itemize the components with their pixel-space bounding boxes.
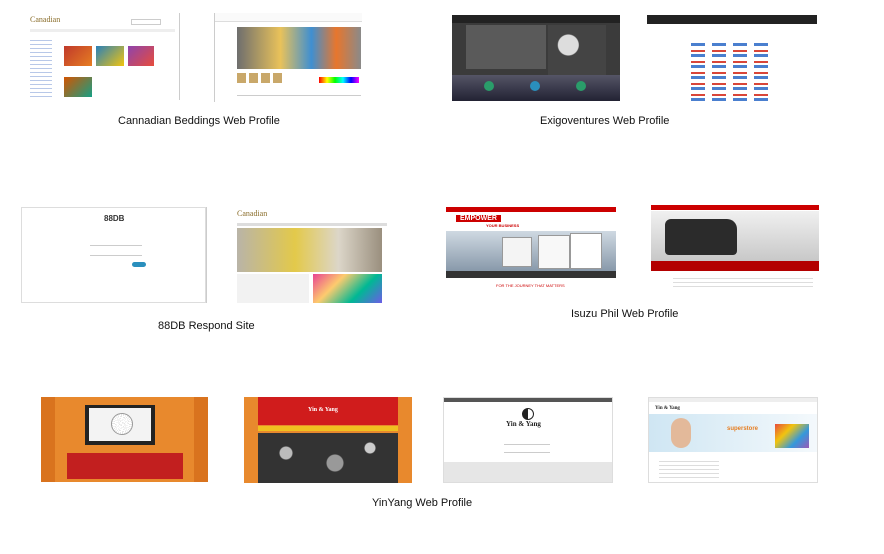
color-swatches bbox=[319, 77, 359, 83]
yinyang-symbol-icon bbox=[522, 408, 534, 420]
suv bbox=[665, 219, 737, 255]
hero-bedroom-image bbox=[237, 228, 382, 272]
footer-line bbox=[237, 95, 361, 96]
colorful-image bbox=[313, 274, 382, 303]
caption-respond: 88DB Respond Site bbox=[158, 320, 255, 332]
top-bar bbox=[446, 207, 616, 212]
nav-bar bbox=[30, 29, 175, 32]
product-image bbox=[64, 46, 92, 66]
content-lines bbox=[659, 458, 719, 480]
product-image bbox=[64, 77, 92, 97]
login-field bbox=[90, 250, 142, 256]
nav-bar bbox=[647, 15, 817, 24]
nav-bar bbox=[649, 398, 817, 402]
red-band bbox=[651, 261, 819, 271]
empower-banner: EMPOWER bbox=[456, 215, 501, 222]
caption-canadian: Cannadian Beddings Web Profile bbox=[118, 115, 280, 127]
yinyang-thumbnail-4: Yin & Yang superstore bbox=[648, 397, 818, 483]
product-image bbox=[96, 46, 124, 66]
truck bbox=[570, 233, 602, 269]
isuzu-thumbnail-1: EMPOWER YOUR BUSINESS FOR THE JOURNEY TH… bbox=[446, 207, 616, 293]
truck bbox=[502, 237, 532, 267]
yinyang-logo: Yin & Yang bbox=[308, 407, 338, 413]
nav-bar bbox=[237, 223, 387, 226]
superstore-label: superstore bbox=[727, 426, 759, 432]
caption-isuzu: Isuzu Phil Web Profile bbox=[571, 308, 679, 320]
nav-bar bbox=[452, 15, 620, 23]
content-lines bbox=[673, 275, 813, 287]
respond-logo: 88DB bbox=[104, 214, 125, 223]
caption-yinyang: YinYang Web Profile bbox=[372, 497, 473, 509]
login-field bbox=[504, 440, 550, 445]
thumb-row bbox=[237, 73, 282, 83]
circle-icon bbox=[576, 81, 586, 91]
search-box bbox=[131, 19, 161, 25]
bokeh-image bbox=[258, 433, 398, 483]
side-column bbox=[194, 397, 208, 482]
product-image bbox=[128, 46, 154, 66]
exigoventures-thumbnail-1 bbox=[452, 15, 620, 101]
team-photo bbox=[548, 25, 606, 75]
chart-sunburst bbox=[111, 413, 133, 435]
canadian-beddings-thumbnail-2 bbox=[214, 13, 362, 102]
sidebar-links bbox=[30, 37, 52, 97]
yinyang-thumbnail-1 bbox=[41, 397, 208, 482]
circle-icon bbox=[530, 81, 540, 91]
yinyang-logo: Yin & Yang bbox=[655, 406, 680, 411]
login-field bbox=[504, 448, 550, 453]
header-bar bbox=[215, 13, 362, 22]
partners-grid bbox=[691, 43, 773, 101]
isuzu-thumbnail-2 bbox=[651, 205, 819, 291]
red-content-block bbox=[67, 453, 183, 479]
yinyang-logo: Yin & Yang bbox=[506, 420, 541, 428]
canadian-logo: Canadian bbox=[237, 209, 268, 218]
isuzu-footer-text: FOR THE JOURNEY THAT MATTERS bbox=[496, 283, 565, 288]
sub-bar bbox=[446, 271, 616, 278]
caption-exigo: Exigoventures Web Profile bbox=[540, 115, 670, 127]
canadian-logo: Canadian bbox=[30, 15, 61, 24]
intro-panel bbox=[466, 25, 546, 69]
exigoventures-thumbnail-2 bbox=[647, 15, 817, 102]
woman-face bbox=[671, 418, 691, 448]
respond-thumbnail-2: Canadian bbox=[206, 207, 404, 303]
top-bar bbox=[444, 398, 612, 402]
shopping-bags bbox=[775, 424, 809, 448]
yinyang-thumbnail-2: Yin & Yang bbox=[244, 397, 412, 483]
canadian-beddings-thumbnail-1: Canadian bbox=[26, 13, 180, 100]
login-button bbox=[132, 262, 146, 267]
top-bar bbox=[651, 205, 819, 210]
yinyang-thumbnail-3: Yin & Yang bbox=[443, 397, 613, 483]
truck bbox=[538, 235, 570, 269]
circle-icon bbox=[484, 81, 494, 91]
respond-thumbnail-1: 88DB bbox=[21, 207, 206, 303]
footer-bar bbox=[444, 462, 612, 482]
side-column bbox=[41, 397, 55, 482]
hero-image bbox=[237, 27, 361, 69]
nav-bar bbox=[258, 426, 398, 431]
empower-banner-sub: YOUR BUSINESS bbox=[486, 223, 520, 228]
login-field bbox=[90, 240, 142, 246]
pillow-image bbox=[237, 274, 309, 303]
